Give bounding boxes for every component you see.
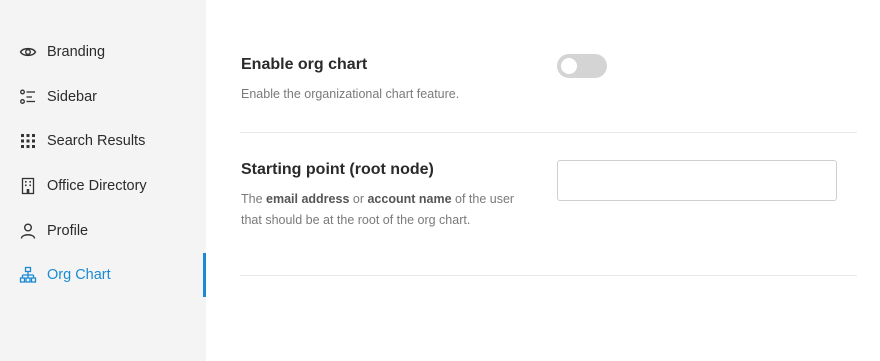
sidebar-item-office-directory[interactable]: Office Directory (0, 164, 206, 208)
list-icon (19, 88, 37, 106)
sidebar-item-label: Branding (47, 44, 106, 60)
eye-icon (19, 43, 37, 61)
sidebar-item-label: Search Results (47, 133, 146, 149)
root-node-title: Starting point (root node) (241, 161, 434, 178)
toggle-knob (561, 58, 577, 74)
sidebar-item-org-chart[interactable]: Org Chart (0, 253, 206, 297)
sidebar-item-label: Profile (47, 223, 89, 239)
building-icon (19, 177, 37, 195)
divider (240, 275, 857, 276)
enable-org-chart-toggle[interactable] (557, 54, 607, 78)
sidebar-item-sidebar[interactable]: Sidebar (0, 75, 206, 119)
settings-sidebar: Branding Sidebar Search Results Office D… (0, 0, 206, 361)
sidebar-item-label: Org Chart (47, 267, 111, 283)
sidebar-item-branding[interactable]: Branding (0, 30, 206, 74)
grid-icon (19, 132, 37, 150)
settings-panel: Enable org chart Enable the organization… (206, 0, 880, 361)
org-chart-toggle-title: Enable org chart (241, 56, 368, 73)
sidebar-item-search-results[interactable]: Search Results (0, 119, 206, 163)
sidebar-item-label: Sidebar (47, 89, 97, 105)
sidebar-item-label: Office Directory (47, 178, 147, 194)
root-node-input[interactable] (557, 160, 837, 201)
root-node-description: The email address or account name of the… (241, 192, 515, 227)
org-chart-icon (19, 266, 37, 284)
sidebar-item-profile[interactable]: Profile (0, 209, 206, 253)
person-icon (19, 222, 37, 240)
org-chart-toggle-description: Enable the organizational chart feature. (241, 87, 460, 101)
divider (240, 132, 857, 133)
